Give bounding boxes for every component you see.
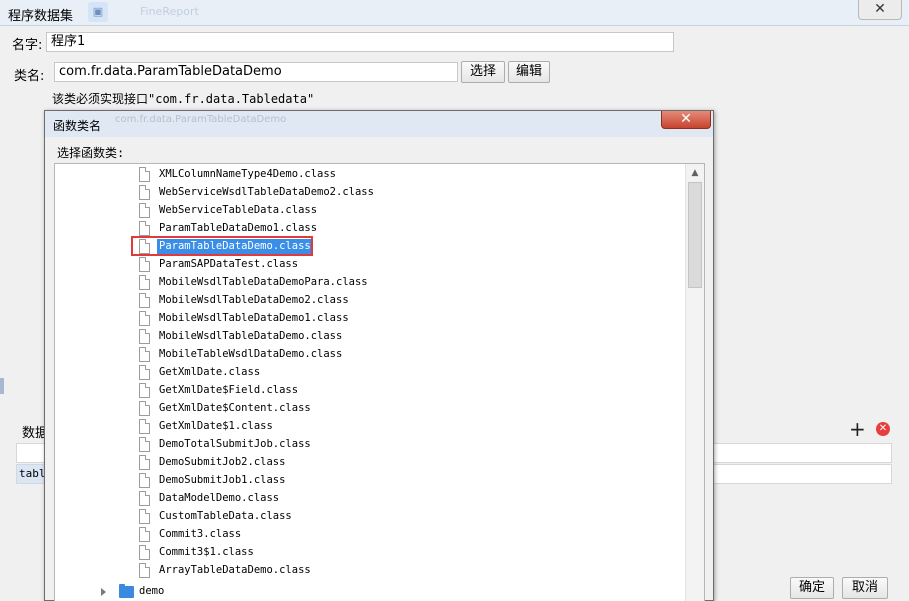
- file-name: MobileWsdlTableDataDemoPara.class: [159, 276, 368, 288]
- file-icon: [139, 167, 150, 182]
- tree-file-item[interactable]: MobileWsdlTableDataDemo1.class: [139, 310, 679, 328]
- window-edge-fragment: [0, 378, 4, 394]
- file-name: GetXmlDate$1.class: [159, 420, 273, 432]
- file-icon: [139, 185, 150, 200]
- tree-file-item[interactable]: WebServiceWsdlTableDataDemo2.class: [139, 184, 679, 202]
- class-file-tree[interactable]: XMLColumnNameType4Demo.class WebServiceWs…: [54, 163, 705, 601]
- file-name: DemoTotalSubmitJob.class: [159, 438, 311, 450]
- file-icon: [139, 383, 150, 398]
- inner-dialog-title: 函数类名: [53, 119, 102, 133]
- file-name: ParamTableDataDemo1.class: [159, 222, 318, 234]
- inner-title-bar[interactable]: 函数类名 com.fr.data.ParamTableDataDemo ✕: [45, 111, 713, 137]
- name-label: 名字:: [12, 38, 43, 53]
- file-name: WebServiceWsdlTableDataDemo2.class: [159, 186, 374, 198]
- file-name: GetXmlDate$Content.class: [159, 402, 311, 414]
- file-icon: [139, 545, 150, 560]
- file-icon: [139, 509, 150, 524]
- tree-file-item[interactable]: XMLColumnNameType4Demo.class: [139, 166, 679, 184]
- function-class-dialog: 函数类名 com.fr.data.ParamTableDataDemo ✕ 选择…: [44, 110, 714, 601]
- tree-file-item[interactable]: ParamSAPDataTest.class: [139, 256, 679, 274]
- file-icon: [139, 437, 150, 452]
- file-icon: [139, 275, 150, 290]
- tree-file-item[interactable]: DemoTotalSubmitJob.class: [139, 436, 679, 454]
- file-name: DataModelDemo.class: [159, 492, 280, 504]
- outer-title-bar[interactable]: 程序数据集 ▣ FineReport ✕: [0, 0, 909, 26]
- file-icon: [139, 527, 150, 542]
- select-button[interactable]: 选择: [461, 61, 505, 83]
- file-icon: [139, 221, 150, 236]
- ok-button[interactable]: 确定: [790, 577, 834, 599]
- file-icon: [139, 257, 150, 272]
- choose-class-label: 选择函数类:: [57, 146, 125, 160]
- file-name: CustomTableData.class: [159, 510, 292, 522]
- tree-file-item[interactable]: GetXmlDate.class: [139, 364, 679, 382]
- inner-title-ghost-text: com.fr.data.ParamTableDataDemo: [115, 114, 287, 125]
- file-name: Commit3.class: [159, 528, 242, 540]
- file-name: GetXmlDate.class: [159, 366, 261, 378]
- outer-title-ghost-text: FineReport: [140, 5, 199, 18]
- tree-file-item[interactable]: Commit3.class: [139, 526, 679, 544]
- interface-hint: 该类必须实现接口"com.fr.data.Tabledata": [52, 92, 315, 106]
- file-icon: [139, 491, 150, 506]
- cancel-button[interactable]: 取消: [842, 577, 888, 599]
- tree-file-item[interactable]: GetXmlDate$Field.class: [139, 382, 679, 400]
- file-icon: [139, 329, 150, 344]
- remove-icon[interactable]: ✕: [876, 422, 890, 436]
- tree-list: XMLColumnNameType4Demo.class WebServiceWs…: [55, 164, 685, 601]
- file-name: DemoSubmitJob1.class: [159, 474, 286, 486]
- file-name: Commit3$1.class: [159, 546, 254, 558]
- tree-file-item[interactable]: MobileWsdlTableDataDemo.class: [139, 328, 679, 346]
- file-name: WebServiceTableData.class: [159, 204, 318, 216]
- edit-button[interactable]: 编辑: [508, 61, 550, 83]
- file-icon: [139, 293, 150, 308]
- tree-file-item[interactable]: GetXmlDate$Content.class: [139, 400, 679, 418]
- file-icon: [139, 419, 150, 434]
- app-logo-icon: ▣: [88, 2, 108, 22]
- tree-file-item[interactable]: ArrayTableDataDemo.class: [139, 562, 679, 580]
- file-name: DemoSubmitJob2.class: [159, 456, 286, 468]
- folder-icon: [119, 584, 134, 598]
- file-icon: [139, 347, 150, 362]
- file-icon: [139, 311, 150, 326]
- vertical-scrollbar[interactable]: ▲: [685, 164, 704, 601]
- name-input[interactable]: 程序1: [46, 32, 674, 52]
- class-name-label: 类名:: [14, 69, 45, 84]
- tree-file-item[interactable]: WebServiceTableData.class: [139, 202, 679, 220]
- file-icon: [139, 563, 150, 578]
- tree-folder-demo[interactable]: demo: [95, 584, 295, 601]
- inner-close-button[interactable]: ✕: [661, 111, 711, 129]
- tree-file-item[interactable]: GetXmlDate$1.class: [139, 418, 679, 436]
- file-name: XMLColumnNameType4Demo.class: [159, 168, 337, 180]
- file-name: MobileWsdlTableDataDemo.class: [159, 330, 343, 342]
- file-name: MobileWsdlTableDataDemo2.class: [159, 294, 349, 306]
- tree-file-item[interactable]: CustomTableData.class: [139, 508, 679, 526]
- scroll-thumb[interactable]: [688, 182, 702, 288]
- tree-file-item[interactable]: MobileWsdlTableDataDemoPara.class: [139, 274, 679, 292]
- tree-file-item[interactable]: Commit3$1.class: [139, 544, 679, 562]
- file-icon: [139, 455, 150, 470]
- file-name: ArrayTableDataDemo.class: [159, 564, 311, 576]
- file-icon: [139, 401, 150, 416]
- tree-file-item[interactable]: MobileTableWsdlDataDemo.class: [139, 346, 679, 364]
- file-icon: [139, 473, 150, 488]
- expand-arrow-icon[interactable]: [101, 588, 106, 596]
- add-icon[interactable]: +: [849, 418, 866, 440]
- class-name-input[interactable]: com.fr.data.ParamTableDataDemo: [54, 62, 458, 82]
- tree-file-item[interactable]: DataModelDemo.class: [139, 490, 679, 508]
- file-name: MobileWsdlTableDataDemo1.class: [159, 312, 349, 324]
- file-name: GetXmlDate$Field.class: [159, 384, 299, 396]
- selection-highlight-box: [131, 236, 313, 256]
- file-name: MobileTableWsdlDataDemo.class: [159, 348, 343, 360]
- file-icon: [139, 203, 150, 218]
- scroll-up-arrow-icon[interactable]: ▲: [686, 164, 704, 182]
- outer-close-button[interactable]: ✕: [858, 0, 902, 20]
- outer-dialog-title: 程序数据集: [8, 9, 74, 24]
- tree-file-item[interactable]: DemoSubmitJob1.class: [139, 472, 679, 490]
- tree-file-item[interactable]: MobileWsdlTableDataDemo2.class: [139, 292, 679, 310]
- folder-name: demo: [139, 585, 165, 597]
- file-name: ParamSAPDataTest.class: [159, 258, 299, 270]
- tree-file-item[interactable]: DemoSubmitJob2.class: [139, 454, 679, 472]
- file-icon: [139, 365, 150, 380]
